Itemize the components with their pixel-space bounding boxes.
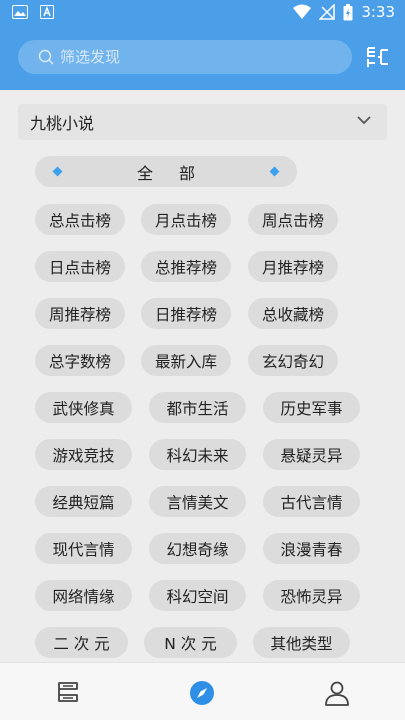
category-chip[interactable]: 历史军事 <box>263 392 360 423</box>
category-chip[interactable]: 言情美文 <box>149 486 246 517</box>
source-select[interactable]: 九桃小说 <box>18 104 387 140</box>
category-all-chip[interactable]: 全部 <box>35 156 297 187</box>
category-chip[interactable]: 日推荐榜 <box>141 298 231 329</box>
category-chip[interactable]: 恐怖灵异 <box>263 580 360 611</box>
category-chip[interactable]: 总收藏榜 <box>248 298 338 329</box>
category-chip[interactable]: N 次 元 <box>144 627 237 658</box>
status-bar: 3:33 <box>0 0 405 26</box>
search-icon <box>38 49 54 65</box>
image-icon <box>12 5 28 19</box>
category-chip[interactable]: 经典短篇 <box>35 486 132 517</box>
category-chip[interactable]: 科幻未来 <box>149 439 246 470</box>
no-signal-icon <box>319 4 336 20</box>
category-chip[interactable]: 其他类型 <box>253 627 350 658</box>
category-chip[interactable]: 总推荐榜 <box>141 251 231 282</box>
category-chip[interactable]: 月推荐榜 <box>248 251 338 282</box>
category-chip[interactable]: 总字数榜 <box>35 345 125 376</box>
category-chip[interactable]: 周点击榜 <box>248 204 338 235</box>
category-chip[interactable]: 浪漫青春 <box>263 533 360 564</box>
category-chip[interactable]: 现代言情 <box>35 533 132 564</box>
category-chip[interactable]: 悬疑灵异 <box>263 439 360 470</box>
category-chip[interactable]: 幻想奇缘 <box>149 533 246 564</box>
app-bar <box>0 26 405 90</box>
bookshelf-icon[interactable] <box>54 679 82 707</box>
category-chip[interactable]: 周推荐榜 <box>35 298 125 329</box>
category-chip[interactable]: 都市生活 <box>149 392 246 423</box>
chevron-down-icon <box>357 116 371 125</box>
category-chip[interactable]: 最新入库 <box>141 345 231 376</box>
category-chip[interactable]: 日点击榜 <box>35 251 125 282</box>
bottom-nav <box>0 662 405 720</box>
app-store-icon <box>40 5 54 19</box>
filter-icon[interactable] <box>365 44 391 70</box>
diamond-icon <box>52 166 63 177</box>
diamond-icon <box>269 166 280 177</box>
battery-icon <box>343 3 353 20</box>
category-chip[interactable]: 网络情缘 <box>35 580 132 611</box>
search-box[interactable] <box>18 40 352 74</box>
explore-icon[interactable] <box>188 679 216 707</box>
category-chip[interactable]: 二 次 元 <box>35 627 128 658</box>
category-chip[interactable]: 总点击榜 <box>35 204 125 235</box>
category-chip[interactable]: 古代言情 <box>263 486 360 517</box>
source-select-value: 九桃小说 <box>30 114 95 133</box>
category-chip[interactable]: 月点击榜 <box>141 204 231 235</box>
category-chip[interactable]: 武侠修真 <box>35 392 132 423</box>
category-all-label: 全部 <box>136 163 221 183</box>
search-input[interactable] <box>60 48 320 66</box>
wifi-icon <box>293 4 312 19</box>
category-chip[interactable]: 玄幻奇幻 <box>248 345 338 376</box>
category-chip[interactable]: 科幻空间 <box>149 580 246 611</box>
user-icon[interactable] <box>323 679 351 707</box>
category-chip[interactable]: 游戏竞技 <box>35 439 132 470</box>
category-list: 全部 总点击榜 月点击榜 周点击榜日点击榜 总推荐榜 月推荐榜周推荐榜 日推荐榜 总收藏榜总… <box>0 150 405 660</box>
status-time: 3:33 <box>361 3 395 21</box>
